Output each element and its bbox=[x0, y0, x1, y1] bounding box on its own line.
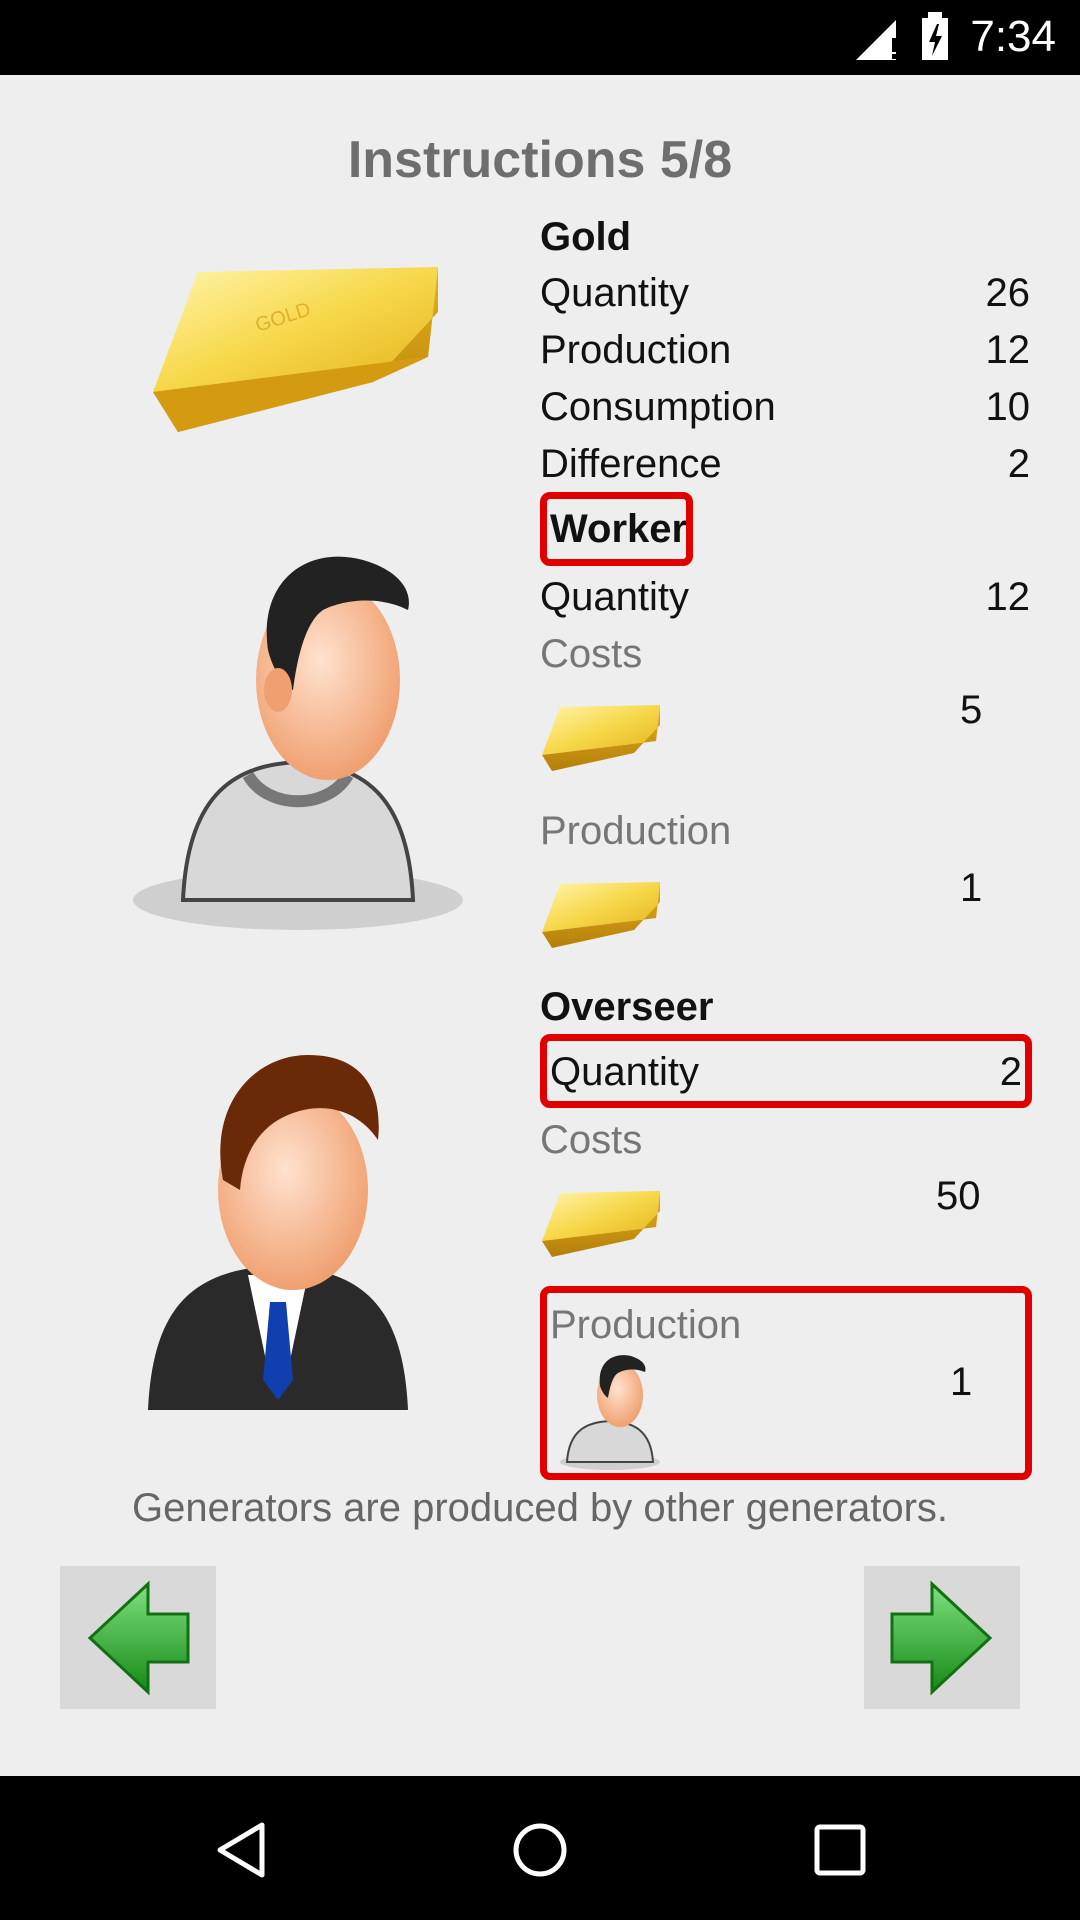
stat-value: 2 bbox=[1007, 442, 1030, 486]
gold-bar-icon bbox=[542, 705, 660, 771]
overseer-heading: Overseer bbox=[540, 985, 714, 1029]
gold-bar-icon: GOLD bbox=[153, 267, 438, 432]
stat-label: Production bbox=[540, 328, 732, 372]
worker-cost-value: 5 bbox=[960, 688, 983, 732]
back-triangle-icon[interactable] bbox=[212, 1820, 272, 1880]
instruction-caption: Generators are produced by other generat… bbox=[131, 1486, 949, 1530]
worker-production-value: 1 bbox=[960, 866, 983, 910]
stat-value: 2 bbox=[999, 1050, 1022, 1094]
stat-value: 12 bbox=[985, 575, 1031, 619]
worker-highlight bbox=[540, 492, 693, 566]
gold-heading: Gold bbox=[540, 215, 632, 259]
stat-label: Difference bbox=[540, 442, 722, 486]
overseer-cost-value: 50 bbox=[936, 1174, 981, 1218]
signal-icon bbox=[856, 20, 898, 60]
worker-quantity-row: Quantity 12 bbox=[540, 572, 1030, 622]
worker-production-label: Production bbox=[540, 809, 732, 853]
status-bar: 7:34 bbox=[0, 0, 1080, 75]
gold-production-row: Production 12 bbox=[540, 325, 1030, 375]
worker-icon bbox=[560, 1355, 660, 1470]
clock: 7:34 bbox=[970, 12, 1056, 61]
overseer-production-label: Production bbox=[550, 1303, 742, 1347]
stat-value: 10 bbox=[985, 385, 1031, 429]
battery-charging-icon bbox=[922, 12, 948, 60]
worker-icon bbox=[133, 556, 463, 930]
gold-bar-icon bbox=[542, 882, 660, 948]
gold-bar-icon bbox=[542, 1191, 660, 1257]
gold-consumption-row: Consumption 10 bbox=[540, 382, 1030, 432]
overseer-icon bbox=[148, 1055, 408, 1410]
overseer-production-value: 1 bbox=[950, 1360, 973, 1404]
green-right-arrow-icon bbox=[890, 1580, 993, 1696]
overseer-costs-label: Costs bbox=[540, 1118, 643, 1162]
stat-label: Consumption bbox=[540, 385, 776, 429]
overseer-quantity-row: Quantity 2 bbox=[550, 1047, 1022, 1097]
stat-label: Quantity bbox=[550, 1050, 699, 1094]
stat-label: Quantity bbox=[540, 575, 689, 619]
stat-value: 26 bbox=[985, 271, 1031, 315]
stat-label: Quantity bbox=[540, 271, 689, 315]
next-button[interactable] bbox=[864, 1566, 1020, 1709]
gold-quantity-row: Quantity 26 bbox=[540, 268, 1030, 318]
recents-square-icon[interactable] bbox=[812, 1822, 868, 1878]
back-button[interactable] bbox=[60, 1566, 216, 1709]
worker-costs-label: Costs bbox=[540, 632, 643, 676]
green-left-arrow-icon bbox=[87, 1580, 190, 1696]
gold-difference-row: Difference 2 bbox=[540, 439, 1030, 489]
system-navigation-bar bbox=[0, 1776, 1080, 1920]
home-circle-icon[interactable] bbox=[510, 1820, 570, 1880]
stat-value: 12 bbox=[985, 328, 1031, 372]
page-title: Instructions 5/8 bbox=[347, 131, 733, 189]
